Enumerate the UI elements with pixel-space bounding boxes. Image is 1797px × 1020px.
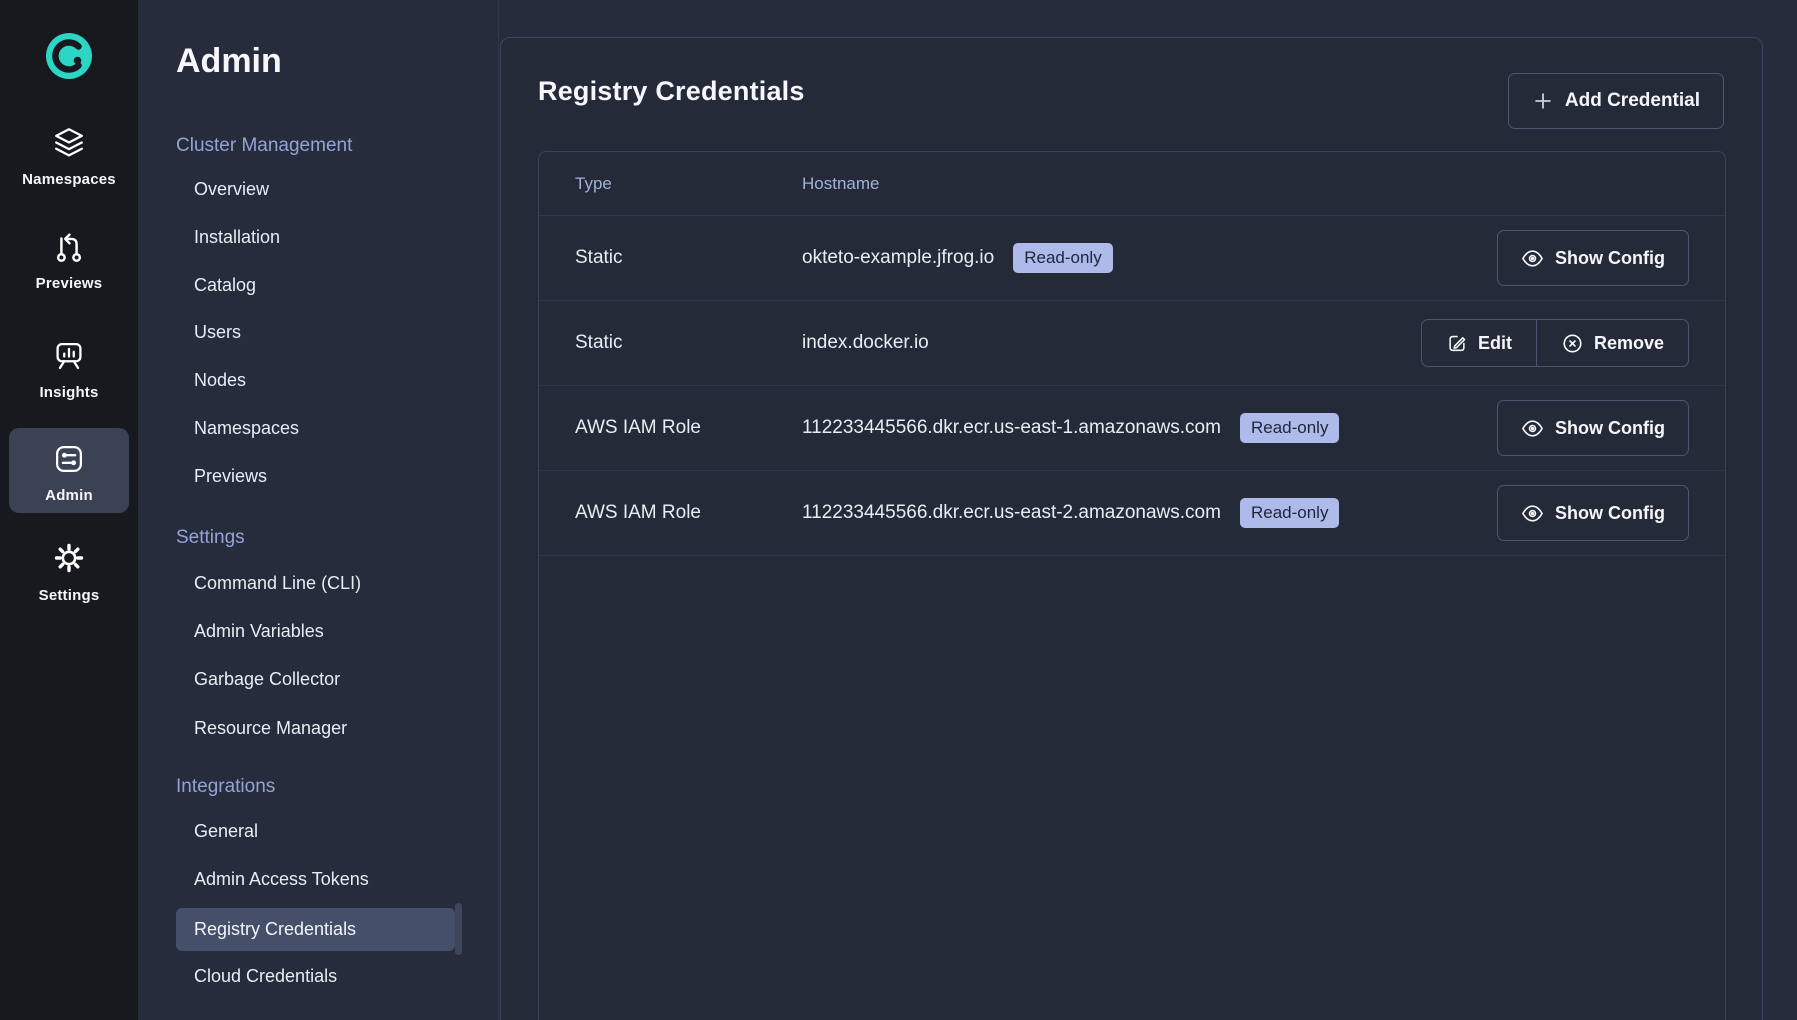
add-credential-button[interactable]: Add Credential xyxy=(1508,73,1724,129)
admin-icon xyxy=(50,440,88,478)
show-config-label: Show Config xyxy=(1555,248,1665,269)
edit-button[interactable]: Edit xyxy=(1422,320,1536,366)
column-header-hostname: Hostname xyxy=(802,174,1689,194)
admin-sidebar: Admin Cluster Management Overview Instal… xyxy=(138,0,499,1020)
credential-hostname: 112233445566.dkr.ecr.us-east-2.amazonaws… xyxy=(802,502,1221,524)
rail-item-admin[interactable]: Admin xyxy=(0,440,138,504)
nav-item-nodes[interactable]: Nodes xyxy=(194,370,246,391)
rail-item-settings[interactable]: Settings xyxy=(0,538,138,604)
rail-label: Admin xyxy=(45,487,93,504)
sidebar-title: Admin xyxy=(176,42,282,81)
add-credential-label: Add Credential xyxy=(1565,90,1700,112)
page-title: Registry Credentials xyxy=(538,76,805,107)
insights-icon xyxy=(50,337,88,375)
credentials-table: Type Hostname Static okteto-example.jfro… xyxy=(538,151,1726,1020)
main-area: Registry Credentials Add Credential Type… xyxy=(499,0,1797,1020)
show-config-label: Show Config xyxy=(1555,503,1665,524)
nav-item-catalog[interactable]: Catalog xyxy=(194,275,256,296)
column-header-type: Type xyxy=(575,174,802,194)
okteto-logo[interactable] xyxy=(46,33,92,79)
rail-item-previews[interactable]: Previews xyxy=(0,228,138,292)
table-row: Static okteto-example.jfrog.io Read-only xyxy=(539,216,1725,301)
show-config-button[interactable]: Show Config xyxy=(1497,400,1689,456)
sidebar-scrollbar-thumb[interactable] xyxy=(455,903,462,955)
nav-item-registry-credentials-selected[interactable]: Registry Credentials xyxy=(176,908,455,951)
nav-item-namespaces[interactable]: Namespaces xyxy=(194,418,299,439)
table-header-row: Type Hostname xyxy=(539,152,1725,216)
rail-item-namespaces[interactable]: Namespaces xyxy=(0,124,138,188)
nav-item-previews[interactable]: Previews xyxy=(194,466,267,487)
nav-section-cluster-management: Cluster Management xyxy=(176,135,352,157)
nav-item-overview[interactable]: Overview xyxy=(194,179,269,200)
eye-icon xyxy=(1521,417,1544,440)
circle-x-icon xyxy=(1561,332,1584,355)
table-row: AWS IAM Role 112233445566.dkr.ecr.us-eas… xyxy=(539,471,1725,556)
registry-credentials-card: Registry Credentials Add Credential Type… xyxy=(500,37,1763,1020)
show-config-button[interactable]: Show Config xyxy=(1497,485,1689,541)
row-actions-group: Edit Remove xyxy=(1421,319,1689,367)
credential-hostname: okteto-example.jfrog.io xyxy=(802,247,994,269)
show-config-button[interactable]: Show Config xyxy=(1497,230,1689,286)
nav-item-admin-variables[interactable]: Admin Variables xyxy=(194,621,324,642)
nav-item-resource-manager[interactable]: Resource Manager xyxy=(194,718,347,739)
credential-type: AWS IAM Role xyxy=(575,417,802,439)
eye-icon xyxy=(1521,247,1544,270)
credential-type: Static xyxy=(575,247,802,269)
rail-label: Namespaces xyxy=(22,171,116,188)
nav-item-cloud-credentials[interactable]: Cloud Credentials xyxy=(194,966,337,987)
credential-hostname: 112233445566.dkr.ecr.us-east-1.amazonaws… xyxy=(802,417,1221,439)
read-only-badge: Read-only xyxy=(1240,413,1340,443)
credential-type: Static xyxy=(575,332,802,354)
nav-item-admin-access-tokens[interactable]: Admin Access Tokens xyxy=(194,869,369,890)
nav-section-integrations: Integrations xyxy=(176,776,275,798)
remove-button[interactable]: Remove xyxy=(1536,320,1688,366)
eye-icon xyxy=(1521,502,1544,525)
namespaces-icon xyxy=(50,124,88,162)
show-config-label: Show Config xyxy=(1555,418,1665,439)
table-row: AWS IAM Role 112233445566.dkr.ecr.us-eas… xyxy=(539,386,1725,471)
previews-icon xyxy=(50,228,88,266)
rail-label: Insights xyxy=(39,384,98,401)
read-only-badge: Read-only xyxy=(1240,498,1340,528)
nav-section-settings: Settings xyxy=(176,527,245,549)
credential-type: AWS IAM Role xyxy=(575,502,802,524)
nav-item-label: Registry Credentials xyxy=(194,919,356,940)
plus-icon xyxy=(1532,90,1554,112)
pencil-square-icon xyxy=(1446,332,1468,354)
nav-item-installation[interactable]: Installation xyxy=(194,227,280,248)
nav-item-users[interactable]: Users xyxy=(194,322,241,343)
icon-rail: Namespaces Previews Insights xyxy=(0,0,138,1020)
nav-item-garbage-collector[interactable]: Garbage Collector xyxy=(194,669,340,690)
settings-icon xyxy=(49,538,89,578)
edit-label: Edit xyxy=(1478,333,1512,354)
nav-item-general[interactable]: General xyxy=(194,821,258,842)
rail-label: Previews xyxy=(36,275,103,292)
remove-label: Remove xyxy=(1594,333,1664,354)
rail-item-insights[interactable]: Insights xyxy=(0,337,138,401)
nav-item-command-line-cli[interactable]: Command Line (CLI) xyxy=(194,573,361,594)
read-only-badge: Read-only xyxy=(1013,243,1113,273)
table-row: Static index.docker.io xyxy=(539,301,1725,386)
rail-label: Settings xyxy=(39,587,100,604)
credential-hostname: index.docker.io xyxy=(802,332,929,354)
